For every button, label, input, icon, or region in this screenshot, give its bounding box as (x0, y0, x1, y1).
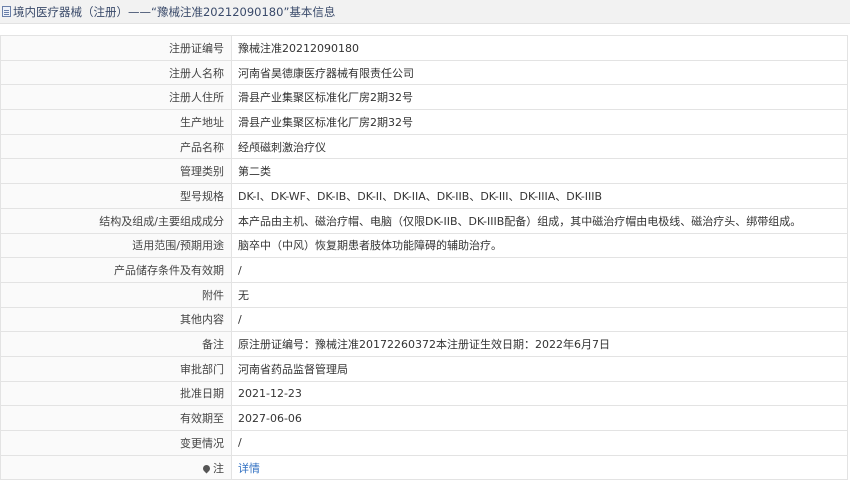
row-label: 型号规格 (0, 183, 232, 209)
detail-link[interactable]: 详情 (238, 462, 260, 475)
row-label: 附件 (0, 281, 232, 308)
table-row: 适用范围/预期用途 脑卒中（中风）恢复期患者肢体功能障碍的辅助治疗。 (0, 232, 848, 259)
table-row: 注册人名称 河南省昊德康医疗器械有限责任公司 (0, 59, 848, 86)
row-label: 其他内容 (0, 306, 232, 333)
row-value: 第二类 (231, 158, 848, 185)
row-label: 有效期至 (0, 405, 232, 431)
row-value: 豫械注准20212090180 (231, 35, 848, 61)
row-label: 管理类别 (0, 158, 232, 185)
note-value-cell: 详情 (231, 454, 848, 481)
row-label: 变更情况 (0, 430, 232, 456)
row-label: 注册人住所 (0, 84, 232, 111)
row-value: 2027-06-06 (231, 405, 848, 431)
row-label: 生产地址 (0, 109, 232, 135)
info-table-body: 注册证编号 豫械注准20212090180 注册人名称 河南省昊德康医疗器械有限责任公… (0, 35, 848, 481)
pin-icon (201, 463, 212, 473)
row-label: 注册证编号 (0, 35, 232, 61)
row-value: / (231, 257, 848, 283)
note-label: 注 (213, 461, 224, 475)
table-row: 注册证编号 豫械注准20212090180 (0, 35, 848, 61)
table-row: 管理类别 第二类 (0, 158, 848, 185)
row-value: 本产品由主机、磁治疗帽、电脑（仅限DK-IIB、DK-IIIB配备）组成，其中磁… (231, 207, 848, 234)
table-row: 附件无 (0, 281, 848, 308)
table-row: 生产地址 滑县产业集聚区标准化厂房2期32号 (0, 109, 848, 135)
row-value: / (231, 306, 848, 333)
row-label: 批准日期 (0, 380, 232, 407)
row-value: 经颅磁刺激治疗仪 (231, 133, 848, 160)
row-value: 滑县产业集聚区标准化厂房2期32号 (231, 84, 848, 111)
table-row: 有效期至 2027-06-06 (0, 405, 848, 431)
row-value: 脑卒中（中风）恢复期患者肢体功能障碍的辅助治疗。 (231, 232, 848, 259)
row-label: 审批部门 (0, 355, 232, 382)
row-value: 2021-12-23 (231, 380, 848, 407)
note-row: 注 详情 (0, 454, 848, 481)
table-row: 变更情况 / (0, 430, 848, 456)
table-row: 型号规格 DK-I、DK-WF、DK-IB、DK-II、DK-IIA、DK-IIB… (0, 183, 848, 209)
row-value: 滑县产业集聚区标准化厂房2期32号 (231, 109, 848, 135)
row-value: / (231, 430, 848, 456)
table-row: 注册人住所 滑县产业集聚区标准化厂房2期32号 (0, 84, 848, 111)
table-row: 备注 原注册证编号：豫械注准20172260372本注册证生效日期：2022年6月… (0, 331, 848, 357)
row-label: 备注 (0, 331, 232, 357)
row-label: 产品名称 (0, 133, 232, 160)
row-label: 适用范围/预期用途 (0, 232, 232, 259)
table-row: 批准日期 2021-12-23 (0, 380, 848, 407)
row-label: 结构及组成/主要组成成分 (0, 207, 232, 234)
row-value: 原注册证编号：豫械注准20172260372本注册证生效日期：2022年6月7日 (231, 331, 848, 357)
row-value: DK-I、DK-WF、DK-IB、DK-II、DK-IIA、DK-IIB、DK-… (231, 183, 848, 209)
table-row: 产品名称 经颅磁刺激治疗仪 (0, 133, 848, 160)
info-table: 注册证编号 豫械注准20212090180 注册人名称 河南省昊德康医疗器械有限责任公… (0, 35, 848, 481)
row-value: 河南省药品监督管理局 (231, 355, 848, 382)
row-label: 产品储存条件及有效期 (0, 257, 232, 283)
page-header: 境内医疗器械（注册）——“豫械注准20212090180”基本信息 (0, 0, 850, 24)
row-label: 注册人名称 (0, 59, 232, 86)
table-row: 审批部门 河南省药品监督管理局 (0, 355, 848, 382)
table-row: 结构及组成/主要组成成分 本产品由主机、磁治疗帽、电脑（仅限DK-IIB、DK-I… (0, 207, 848, 234)
table-row: 产品储存条件及有效期 / (0, 257, 848, 283)
table-row: 其他内容 / (0, 306, 848, 333)
note-label-cell: 注 (0, 454, 232, 481)
page-title: 境内医疗器械（注册）——“豫械注准20212090180”基本信息 (13, 4, 336, 19)
row-value: 河南省昊德康医疗器械有限责任公司 (231, 59, 848, 86)
document-icon (2, 6, 11, 17)
row-value: 无 (231, 281, 848, 308)
